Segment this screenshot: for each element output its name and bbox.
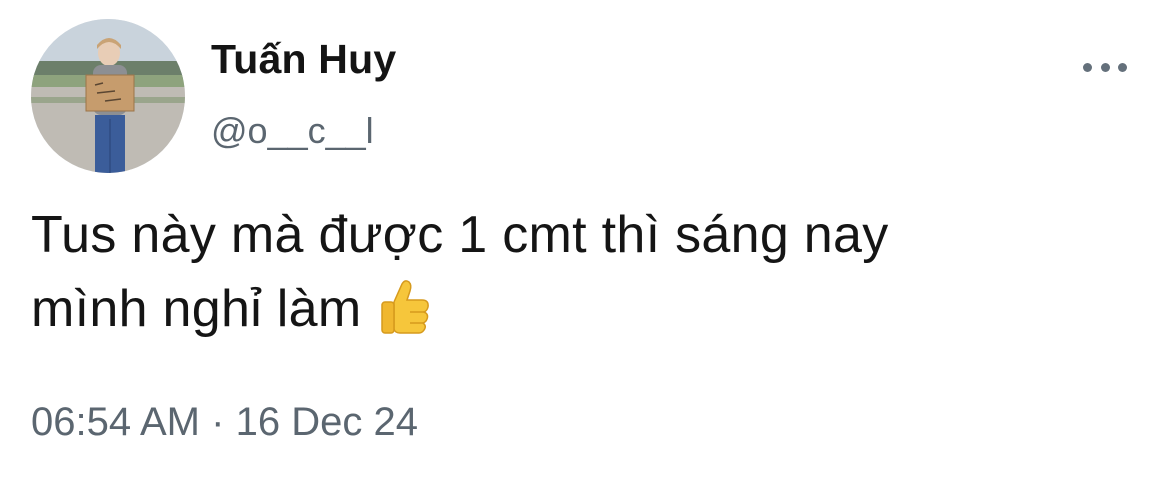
dot <box>1083 62 1092 72</box>
dot <box>1118 62 1127 72</box>
tweet-text-line-2-words: mình nghỉ làm <box>31 280 362 338</box>
meta-separator: · <box>211 400 225 444</box>
tweet-date: 16 Dec 24 <box>235 400 418 444</box>
tweet-text-line-1: Tus này mà được 1 cmt thì sáng nay <box>31 206 889 264</box>
tweet-timestamp[interactable]: 06:54 AM · 16 Dec 24 <box>31 400 418 445</box>
tweet-text: Tus này mà được 1 cmt thì sáng nay mình … <box>31 198 1141 356</box>
dot <box>1100 62 1110 72</box>
tweet-time: 06:54 AM <box>31 400 201 444</box>
thumbs-up-icon <box>376 278 432 356</box>
more-options-icon[interactable] <box>1083 54 1127 80</box>
avatar[interactable] <box>31 19 185 173</box>
user-handle[interactable]: @o__c__l <box>211 110 374 152</box>
display-name[interactable]: Tuấn Huy <box>211 36 396 83</box>
avatar-photo <box>31 19 185 173</box>
tweet-text-line-2: mình nghỉ làm <box>31 272 1141 356</box>
